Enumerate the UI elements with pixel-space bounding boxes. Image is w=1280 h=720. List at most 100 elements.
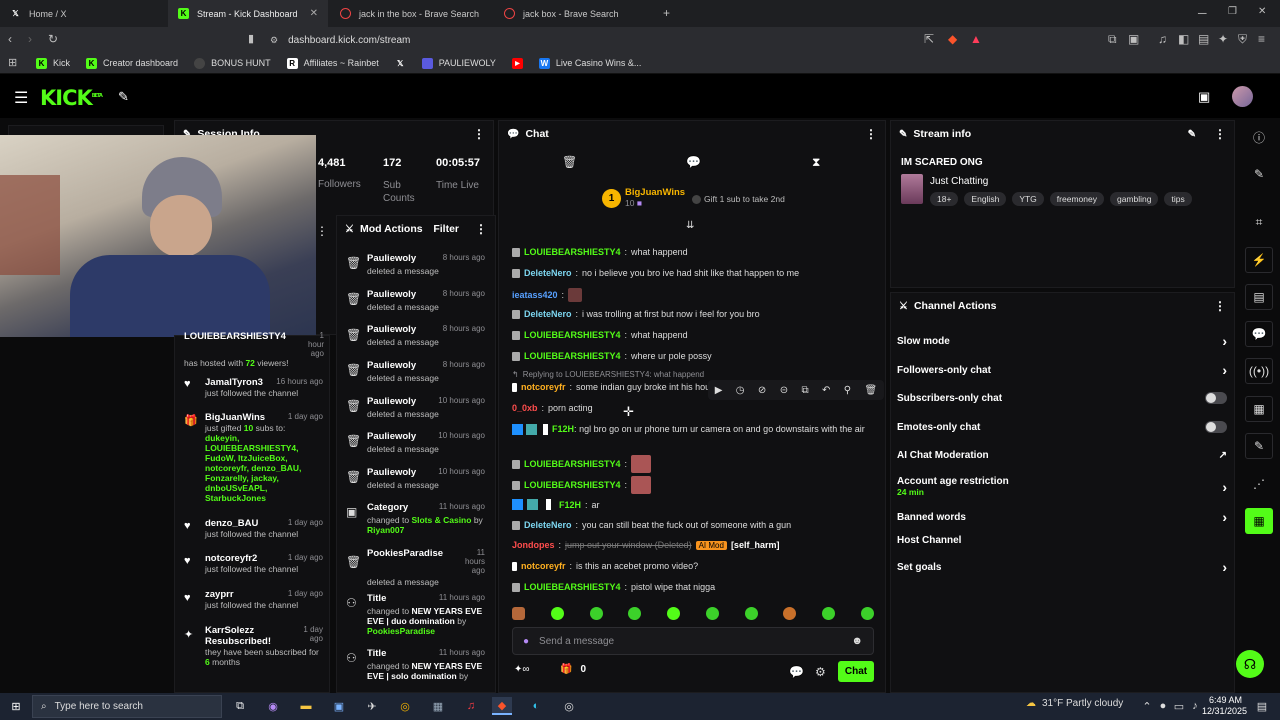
- gift-counter[interactable]: 🎁 0: [560, 664, 586, 675]
- activity-user[interactable]: denzo_BAU: [205, 518, 258, 529]
- chat-message[interactable]: Jondopes: jump out your window (Deleted)…: [512, 540, 779, 550]
- forward-icon[interactable]: ›: [28, 32, 32, 46]
- share-nodes-icon[interactable]: ⋰: [1245, 471, 1273, 497]
- bookmark-pauliewoly[interactable]: PAULIEWOLY: [421, 57, 496, 69]
- chat-message[interactable]: LOUIEBEARSHIESTY4: pistol wipe that nigg…: [512, 582, 715, 592]
- minimize-icon[interactable]: ─: [1198, 6, 1207, 20]
- app-icon[interactable]: ◉: [263, 697, 283, 715]
- chat-username[interactable]: F12H: [552, 424, 574, 434]
- bookmark-youtube[interactable]: ▶: [511, 57, 523, 69]
- chat-message[interactable]: 0_0xb: porn acting: [512, 403, 593, 413]
- tag-chip[interactable]: freemoney: [1049, 192, 1104, 206]
- chat-bubble-icon[interactable]: 💬: [789, 665, 804, 679]
- ai-moderation-row[interactable]: AI Chat Moderation ↗: [897, 450, 1227, 461]
- tag-chip[interactable]: 18+: [930, 192, 959, 206]
- chat-message[interactable]: DeleteNero: no i believe you bro ive had…: [512, 268, 799, 278]
- browser-tab[interactable]: jack box - Brave Search: [494, 0, 654, 27]
- back-icon[interactable]: ‹: [8, 32, 12, 46]
- reload-icon[interactable]: ↻: [48, 32, 58, 46]
- more-icon[interactable]: ⋮: [475, 222, 487, 236]
- music-icon[interactable]: ♫: [1158, 32, 1167, 46]
- activity-more-icon[interactable]: ⋮: [316, 224, 328, 238]
- sidebar-icon[interactable]: ◧: [1178, 32, 1189, 46]
- music-app-icon[interactable]: ♫: [461, 697, 481, 715]
- category-name[interactable]: Just Chatting: [930, 176, 988, 187]
- screenshot-icon[interactable]: ▣: [1128, 32, 1139, 46]
- activity-user[interactable]: JamalTyron3: [205, 377, 263, 388]
- close-icon[interactable]: ✕: [310, 8, 318, 19]
- creator-tools-icon[interactable]: ✎: [118, 89, 129, 105]
- file-explorer-icon[interactable]: ▬: [296, 697, 316, 715]
- more-icon[interactable]: ⋮: [473, 127, 485, 141]
- account-age-row[interactable]: Account age restriction 24 min ›: [897, 476, 1227, 498]
- chat-message[interactable]: F12H: ngl bro go on ur phone turn ur cam…: [512, 423, 868, 436]
- browser-tab[interactable]: 𝕏 Home / X: [0, 0, 168, 27]
- chat-username[interactable]: LOUIEBEARSHIESTY4: [524, 330, 621, 340]
- browser-tab[interactable]: jack in the box - Brave Search: [330, 0, 490, 27]
- chat-message[interactable]: F12H: ar: [512, 499, 600, 510]
- collapse-icon[interactable]: ⇊: [686, 220, 694, 231]
- chat-username[interactable]: notcoreyfr: [521, 561, 566, 571]
- new-tab-icon[interactable]: +: [663, 6, 670, 20]
- trash-icon[interactable]: 🗑: [562, 155, 577, 169]
- bookmark-kick[interactable]: K Kick: [36, 57, 70, 69]
- bookmark-creator-dashboard[interactable]: K Creator dashboard: [86, 57, 178, 69]
- share-icon[interactable]: ⇱: [924, 32, 934, 46]
- mod-user[interactable]: Pauliewoly: [367, 324, 416, 335]
- browser-tab-active[interactable]: K Stream - Kick Dashboard ✕: [168, 0, 328, 27]
- taskbar-search[interactable]: ⌕ Type here to search: [32, 695, 222, 718]
- chat-username[interactable]: LOUIEBEARSHIESTY4: [524, 351, 621, 361]
- hide-icon[interactable]: ⊘: [758, 385, 766, 396]
- document-icon[interactable]: ▤: [1245, 284, 1273, 310]
- info-icon[interactable]: ⓘ: [1245, 124, 1273, 150]
- tag-chip[interactable]: gambling: [1109, 192, 1159, 206]
- more-icon[interactable]: ⋮: [865, 127, 877, 141]
- emote-button[interactable]: [860, 606, 874, 620]
- edit-icon[interactable]: ✎: [1188, 129, 1196, 140]
- pinned-gifter[interactable]: BigJuanWins 10 ■: [625, 187, 685, 208]
- broadcast-icon[interactable]: ((•)): [1245, 358, 1273, 384]
- mod-user[interactable]: Pauliewoly: [367, 289, 416, 300]
- followers-only-row[interactable]: Followers-only chat ›: [897, 362, 1227, 378]
- settings-icon[interactable]: ⚙: [815, 665, 826, 679]
- send-chat-button[interactable]: Chat: [838, 661, 874, 682]
- bookmark-live-casino[interactable]: W Live Casino Wins &...: [538, 57, 641, 69]
- chat-input[interactable]: ● Send a message ☻: [512, 627, 874, 655]
- lightning-icon[interactable]: ⚡: [1245, 247, 1273, 273]
- undo-icon[interactable]: ↶: [822, 385, 830, 396]
- bookmark-rainbet[interactable]: R Affiliates ~ Rainbet: [286, 57, 379, 69]
- chat-message[interactable]: LOUIEBEARSHIESTY4:: [512, 476, 652, 494]
- support-headset-icon[interactable]: ☊: [1236, 650, 1264, 678]
- menu-icon[interactable]: ≡: [1258, 32, 1265, 46]
- timeout-icon[interactable]: ◷: [736, 385, 745, 396]
- hamburger-menu-icon[interactable]: ☰: [14, 88, 28, 108]
- category-thumbnail[interactable]: [901, 174, 923, 204]
- host-channel-row[interactable]: Host Channel: [897, 535, 1227, 546]
- pin-icon[interactable]: ⚲: [844, 385, 851, 396]
- edge-icon[interactable]: ◐: [526, 697, 546, 715]
- kick-logo[interactable]: KICKBETA: [40, 86, 103, 110]
- windows-start-icon[interactable]: ⊞: [6, 697, 26, 715]
- chat-message[interactable]: DeleteNero: you can still beat the fuck …: [512, 520, 791, 530]
- mod-user[interactable]: Pauliewoly: [367, 467, 416, 478]
- chat-username[interactable]: 0_0xb: [512, 403, 538, 413]
- filter-button[interactable]: Filter: [433, 223, 459, 235]
- more-icon[interactable]: ⋮: [1214, 127, 1226, 141]
- apps-icon[interactable]: ⊞: [8, 56, 17, 69]
- mod-user[interactable]: Pauliewoly: [367, 396, 416, 407]
- emoji-icon[interactable]: ☻: [851, 635, 863, 647]
- emote-button[interactable]: [744, 606, 758, 620]
- chat-username[interactable]: DeleteNero: [524, 268, 572, 278]
- chat-username[interactable]: DeleteNero: [524, 520, 572, 530]
- app-icon[interactable]: ◎: [559, 697, 579, 715]
- chat-message[interactable]: LOUIEBEARSHIESTY4: what happend: [512, 330, 688, 340]
- chat-message[interactable]: LOUIEBEARSHIESTY4: where ur pole possy: [512, 351, 712, 361]
- emote-button[interactable]: [783, 606, 797, 620]
- emote-button[interactable]: [628, 606, 642, 620]
- banned-words-row[interactable]: Banned words ›: [897, 509, 1227, 525]
- emote-button[interactable]: [705, 606, 719, 620]
- app-icon[interactable]: ✈: [362, 697, 382, 715]
- delete-icon[interactable]: 🗑: [865, 385, 878, 396]
- chat-username[interactable]: F12H: [559, 500, 581, 510]
- emote-button[interactable]: [550, 606, 564, 620]
